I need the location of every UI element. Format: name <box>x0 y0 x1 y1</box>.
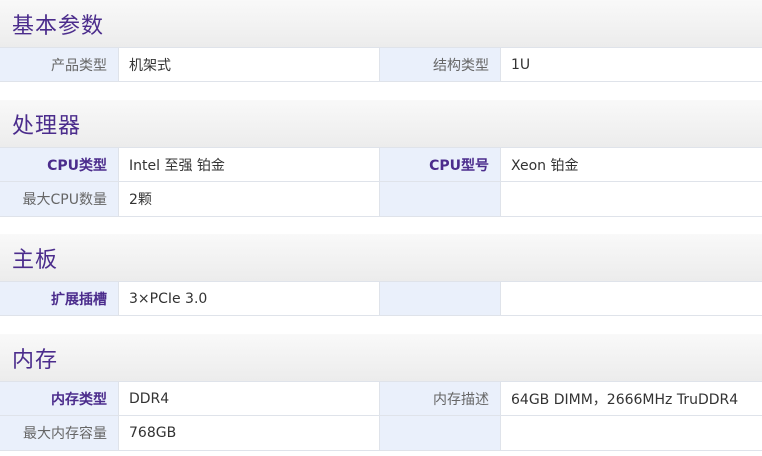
param-key <box>380 416 501 450</box>
param-row: 最大CPU数量 2颗 <box>0 182 762 217</box>
section-motherboard: 主板 扩展插槽 3×PCIe 3.0 <box>0 234 762 316</box>
section-header: 基本参数 <box>0 0 762 47</box>
param-key: 产品类型 <box>0 48 119 81</box>
param-value: DDR4 <box>119 382 380 415</box>
param-key: 最大内存容量 <box>0 416 119 450</box>
section-title: 基本参数 <box>12 13 105 39</box>
param-key: CPU类型 <box>0 148 119 181</box>
param-value <box>501 416 762 450</box>
param-row: CPU类型 Intel 至强 铂金 CPU型号 Xeon 铂金 <box>0 147 762 182</box>
param-key: 扩展插槽 <box>0 282 119 315</box>
param-key: 内存类型 <box>0 382 119 415</box>
section-basic-params: 基本参数 产品类型 机架式 结构类型 1U <box>0 0 762 82</box>
section-title: 处理器 <box>12 113 82 139</box>
param-value: Xeon 铂金 <box>501 148 762 181</box>
param-value <box>501 182 762 216</box>
param-value: 1U <box>501 48 762 81</box>
section-processor: 处理器 CPU类型 Intel 至强 铂金 CPU型号 Xeon 铂金 最大CP… <box>0 100 762 217</box>
param-key: 结构类型 <box>380 48 501 81</box>
param-key: 最大CPU数量 <box>0 182 119 216</box>
section-header: 内存 <box>0 334 762 381</box>
param-key: 内存描述 <box>380 382 501 415</box>
section-header: 主板 <box>0 234 762 281</box>
param-value: 机架式 <box>119 48 380 81</box>
param-key <box>380 182 501 216</box>
param-key <box>380 282 501 315</box>
section-title: 主板 <box>12 247 59 273</box>
param-row: 产品类型 机架式 结构类型 1U <box>0 47 762 82</box>
param-value: 768GB <box>119 416 380 450</box>
param-value: 3×PCIe 3.0 <box>119 282 380 315</box>
param-value: 64GB DIMM，2666MHz TruDDR4 <box>501 382 762 415</box>
section-header: 处理器 <box>0 100 762 147</box>
section-memory: 内存 内存类型 DDR4 内存描述 64GB DIMM，2666MHz TruD… <box>0 334 762 451</box>
param-value: Intel 至强 铂金 <box>119 148 380 181</box>
param-row: 最大内存容量 768GB <box>0 416 762 451</box>
param-key: CPU型号 <box>380 148 501 181</box>
section-title: 内存 <box>12 347 59 373</box>
param-row: 内存类型 DDR4 内存描述 64GB DIMM，2666MHz TruDDR4 <box>0 381 762 416</box>
param-value: 2颗 <box>119 182 380 216</box>
param-row: 扩展插槽 3×PCIe 3.0 <box>0 281 762 316</box>
param-value <box>501 282 762 315</box>
